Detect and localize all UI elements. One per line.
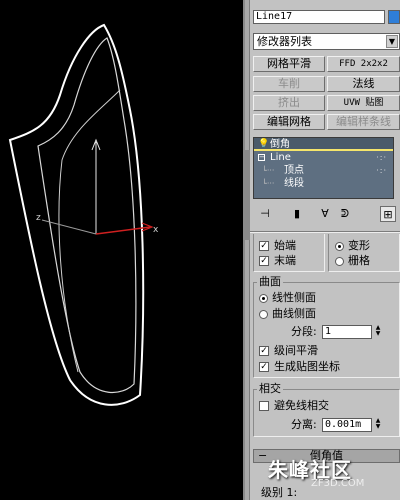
radio-dot[interactable]	[259, 294, 268, 303]
generate-mapping-label: 生成贴图坐标	[274, 360, 340, 373]
show-end-result-icon[interactable]: ▮	[289, 206, 305, 222]
intersections-title: 相交	[257, 382, 283, 395]
checkbox-box[interactable]	[259, 401, 269, 411]
morph-label: 变形	[348, 239, 370, 252]
configure-sets-icon[interactable]: ⊞	[380, 206, 396, 222]
stack-dots-icon: ·:·	[376, 153, 387, 162]
curved-sides-radio[interactable]: 曲线侧面	[259, 307, 316, 321]
segments-spinner[interactable]: 1	[322, 325, 372, 339]
viewport-canvas: z x	[8, 23, 159, 406]
linear-sides-label: 线性侧面	[272, 291, 316, 304]
keep-lines-label: 避免线相交	[274, 399, 329, 412]
lathe-button[interactable]: 车削	[253, 76, 325, 92]
end-cap-label: 末端	[274, 254, 296, 267]
curved-sides-label: 曲线侧面	[272, 307, 316, 320]
shape-face-edge	[58, 89, 121, 373]
stack-item-line[interactable]: − Line ·:·	[254, 151, 393, 164]
extrude-button[interactable]: 挤出	[253, 95, 325, 111]
panel-scrollbar[interactable]	[245, 0, 250, 500]
checkbox-box[interactable]: ✓	[259, 362, 269, 372]
rollout-toggle-icon: −	[258, 449, 268, 462]
checkbox-box[interactable]: ✓	[259, 241, 269, 251]
tree-branch-icon: └···	[262, 179, 275, 188]
separation-label: 分离:	[291, 418, 317, 431]
gizmo-x-label: x	[153, 225, 159, 235]
normal-button[interactable]: 法线	[327, 76, 400, 92]
checkbox-box[interactable]: ✓	[259, 256, 269, 266]
spinner-arrows-icon[interactable]: ▲ ▼	[374, 325, 382, 339]
stack-item-segment[interactable]: └··· 线段	[254, 177, 393, 190]
morph-radio[interactable]: 变形	[335, 239, 370, 253]
panel-divider	[250, 231, 400, 233]
modifier-list-label: 修改器列表	[257, 35, 312, 48]
generate-mapping-checkbox[interactable]: ✓ 生成贴图坐标	[259, 360, 340, 374]
shape-outline-outer	[8, 23, 145, 406]
chevron-down-icon[interactable]: ▼	[386, 35, 398, 48]
modifier-stack[interactable]: 💡 倒角 − Line ·:· └··· 顶点 ·:· └··· 线段	[253, 137, 394, 199]
stack-item-label: Line	[270, 152, 291, 163]
collapse-box-icon[interactable]: −	[258, 154, 265, 161]
smooth-across-levels-label: 级间平滑	[274, 344, 318, 357]
stack-item-label: 线段	[284, 178, 304, 189]
object-name-field[interactable]: Line17	[253, 10, 385, 24]
radio-dot[interactable]	[335, 242, 344, 251]
bulb-icon[interactable]: 💡	[258, 138, 269, 151]
shape-outline-inner	[37, 37, 137, 394]
gizmo-z-label: z	[36, 213, 41, 223]
stack-item-vertex[interactable]: └··· 顶点 ·:·	[254, 164, 393, 177]
radio-dot[interactable]	[259, 310, 268, 319]
stack-dots-icon: ·:·	[376, 166, 387, 175]
end-cap-checkbox[interactable]: ✓ 末端	[259, 254, 296, 268]
modifier-list-dropdown[interactable]: 修改器列表 ▼	[253, 33, 400, 50]
grid-radio[interactable]: 栅格	[335, 254, 370, 268]
tree-branch-icon: └···	[262, 166, 275, 175]
level1-label: 级别 1:	[261, 486, 298, 499]
edit-spline-button[interactable]: 编辑样条线	[327, 114, 400, 130]
ffd-button[interactable]: FFD 2x2x2	[327, 56, 400, 72]
perspective-viewport[interactable]: z x	[0, 0, 243, 500]
uvw-map-button[interactable]: UVW 贴图	[327, 95, 400, 111]
make-unique-icon[interactable]: ∀	[317, 206, 333, 222]
grid-label: 栅格	[348, 254, 370, 267]
object-color-swatch[interactable]	[388, 10, 400, 24]
start-cap-checkbox[interactable]: ✓ 始端	[259, 239, 296, 253]
separation-spinner[interactable]: 0.001m	[322, 418, 372, 432]
start-cap-label: 始端	[274, 239, 296, 252]
stack-item-label: 顶点	[284, 165, 304, 176]
keep-lines-from-crossing-checkbox[interactable]: 避免线相交	[259, 399, 329, 413]
stack-item-label: 倒角	[270, 139, 290, 150]
linear-sides-radio[interactable]: 线性侧面	[259, 291, 316, 305]
pin-stack-icon[interactable]: ⊣	[257, 206, 273, 222]
modify-panel: Line17 修改器列表 ▼ 网格平滑 FFD 2x2x2 车削 法线 挤出 U…	[243, 0, 400, 500]
surface-title: 曲面	[257, 275, 283, 288]
watermark-url: ZF3D.COM	[311, 478, 365, 489]
checkbox-box[interactable]: ✓	[259, 346, 269, 356]
panel-scrollbar-thumb[interactable]	[245, 150, 250, 240]
spinner-arrows-icon[interactable]: ▲ ▼	[374, 418, 382, 432]
segments-label: 分段:	[291, 325, 317, 338]
meshsmooth-button[interactable]: 网格平滑	[253, 56, 325, 72]
edit-mesh-button[interactable]: 编辑网格	[253, 114, 325, 130]
remove-modifier-icon[interactable]: ᕲ	[337, 206, 353, 222]
stack-item-bevel[interactable]: 💡 倒角	[254, 138, 393, 151]
radio-dot[interactable]	[335, 257, 344, 266]
smooth-across-levels-checkbox[interactable]: ✓ 级间平滑	[259, 344, 318, 358]
stack-toolbar: ⊣ ▮ ∀ ᕲ ⊞	[253, 206, 400, 224]
